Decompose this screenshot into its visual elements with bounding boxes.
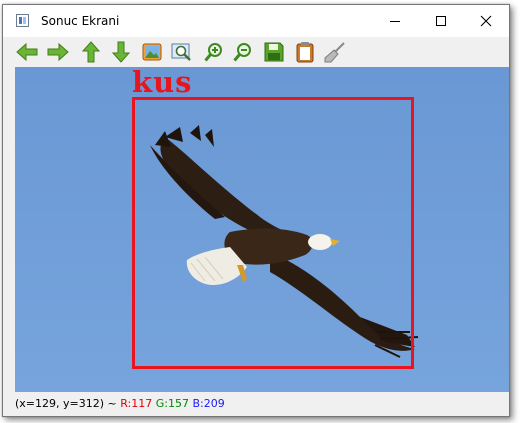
arrow-left-icon [16,42,38,62]
down-button[interactable] [109,40,133,64]
result-window: Sonuc Ekrani kus (x=129, y=312) ~ R:117 … [2,4,510,417]
clipboard-icon [296,42,314,63]
picture-icon [142,43,162,61]
close-icon [480,15,492,27]
image-canvas[interactable]: kus [15,67,509,392]
zoom-out-button[interactable] [231,40,255,64]
save-icon [264,42,284,62]
arrow-up-icon [81,41,101,63]
minimize-icon [390,21,400,22]
zoom-in-icon [204,43,222,62]
arrow-down-icon [111,41,131,63]
save-button[interactable] [262,40,286,64]
app-icon [16,14,29,27]
minimize-button[interactable] [372,5,418,37]
detection-box [132,97,414,369]
back-button[interactable] [15,40,39,64]
status-red: R:117 [120,397,153,410]
detection-label: kus [132,67,193,99]
close-button[interactable] [463,5,509,37]
toolbar [3,37,509,67]
up-button[interactable] [79,40,103,64]
status-coords: (x=129, y=312) ~ [15,397,121,410]
status-green: G:157 [155,397,189,410]
broom-icon [324,42,345,63]
zoom-in-button[interactable] [202,40,226,64]
title-bar[interactable]: Sonuc Ekrani [3,5,509,37]
copy-button[interactable] [293,40,317,64]
maximize-icon [436,16,446,26]
image-button[interactable] [140,40,164,64]
arrow-right-icon [47,42,69,62]
maximize-button[interactable] [418,5,464,37]
forward-button[interactable] [46,40,70,64]
status-blue: B:209 [192,397,225,410]
status-bar: (x=129, y=312) ~ R:117 G:157 B:209 [3,392,509,416]
zoom-out-icon [233,43,251,62]
clear-button[interactable] [323,40,347,64]
window-title: Sonuc Ekrani [41,14,120,28]
zoom-fit-button[interactable] [170,40,194,64]
zoom-fit-icon [171,43,191,61]
